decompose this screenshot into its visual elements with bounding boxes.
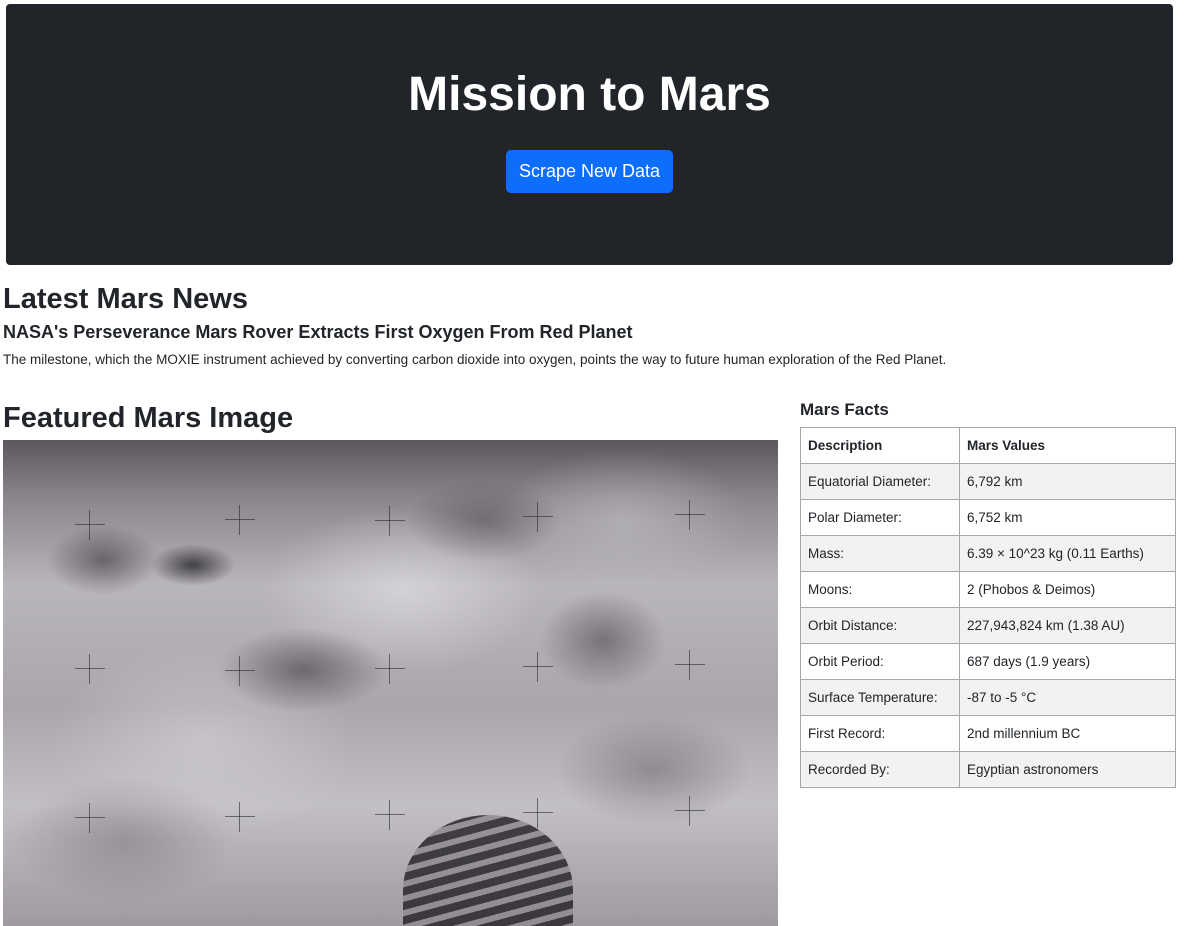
fact-value: 6,752 km — [959, 499, 1176, 536]
fact-label: Orbit Distance: — [800, 607, 960, 644]
bootprint-shape — [403, 815, 573, 926]
fact-value: 6.39 × 10^23 kg (0.11 Earths) — [959, 535, 1176, 572]
fact-label: Equatorial Diameter: — [800, 463, 960, 500]
reticle-mark — [75, 510, 105, 540]
reticle-mark — [675, 796, 705, 826]
fact-label: Moons: — [800, 571, 960, 608]
fact-label: Mass: — [800, 535, 960, 572]
table-row: First Record: 2nd millennium BC — [800, 715, 1176, 752]
fact-value: 2 (Phobos & Deimos) — [959, 571, 1176, 608]
table-row: Equatorial Diameter: 6,792 km — [800, 463, 1176, 500]
fact-label: Surface Temperature: — [800, 679, 960, 716]
reticle-mark — [75, 803, 105, 833]
reticle-mark — [523, 502, 553, 532]
fact-value: Egyptian astronomers — [959, 751, 1176, 788]
reticle-mark — [225, 656, 255, 686]
table-row: Polar Diameter: 6,752 km — [800, 499, 1176, 536]
fact-value: 2nd millennium BC — [959, 715, 1176, 752]
reticle-mark — [75, 654, 105, 684]
table-row: Orbit Period: 687 days (1.9 years) — [800, 643, 1176, 680]
table-row: Mass: 6.39 × 10^23 kg (0.11 Earths) — [800, 535, 1176, 572]
fact-value: 6,792 km — [959, 463, 1176, 500]
fact-label: Orbit Period: — [800, 643, 960, 680]
fact-value: -87 to -5 °C — [959, 679, 1176, 716]
table-row: Recorded By: Egyptian astronomers — [800, 751, 1176, 788]
mars-facts-table: Description Mars Values Equatorial Diame… — [800, 427, 1176, 788]
reticle-mark — [523, 652, 553, 682]
news-paragraph: The milestone, which the MOXIE instrumen… — [3, 352, 947, 367]
reticle-mark — [375, 654, 405, 684]
fact-label: Polar Diameter: — [800, 499, 960, 536]
news-title: NASA's Perseverance Mars Rover Extracts … — [3, 322, 633, 342]
reticle-mark — [675, 500, 705, 530]
featured-mars-image[interactable] — [3, 440, 778, 926]
reticle-mark — [375, 800, 405, 830]
table-row: Orbit Distance: 227,943,824 km (1.38 AU) — [800, 607, 1176, 644]
fact-value: 227,943,824 km (1.38 AU) — [959, 607, 1176, 644]
column-header-mars-values: Mars Values — [959, 427, 1176, 464]
page-title: Mission to Mars — [408, 68, 771, 121]
table-row: Moons: 2 (Phobos & Deimos) — [800, 571, 1176, 608]
mars-facts-heading: Mars Facts — [800, 400, 889, 419]
table-header-row: Description Mars Values — [800, 427, 1176, 464]
scrape-new-data-button[interactable]: Scrape New Data — [506, 150, 673, 193]
reticle-mark — [225, 802, 255, 832]
reticle-mark — [675, 650, 705, 680]
fact-value: 687 days (1.9 years) — [959, 643, 1176, 680]
news-heading: Latest Mars News — [3, 283, 248, 315]
featured-image-heading: Featured Mars Image — [3, 402, 294, 434]
column-header-description: Description — [800, 427, 960, 464]
fact-label: First Record: — [800, 715, 960, 752]
header-jumbotron: Mission to Mars Scrape New Data — [6, 4, 1173, 265]
fact-label: Recorded By: — [800, 751, 960, 788]
table-row: Surface Temperature: -87 to -5 °C — [800, 679, 1176, 716]
reticle-mark — [375, 506, 405, 536]
reticle-mark — [225, 505, 255, 535]
